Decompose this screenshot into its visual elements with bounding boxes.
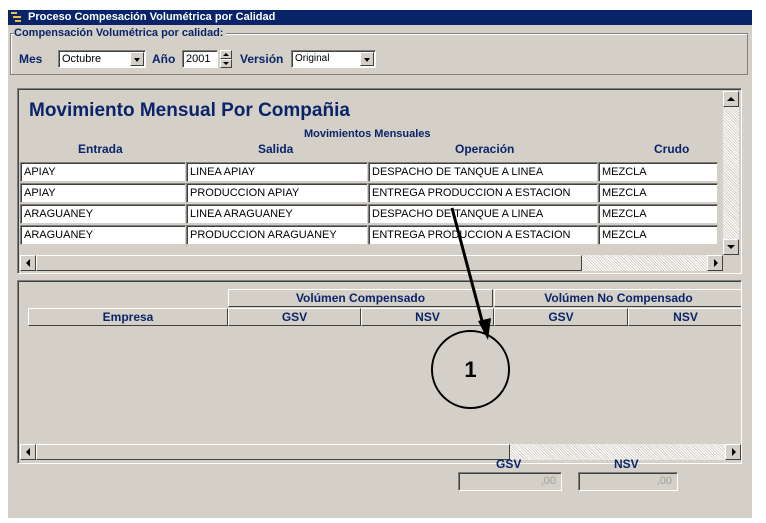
annotation-callout: 1 [431, 330, 510, 409]
annotation-arrow [450, 207, 491, 340]
